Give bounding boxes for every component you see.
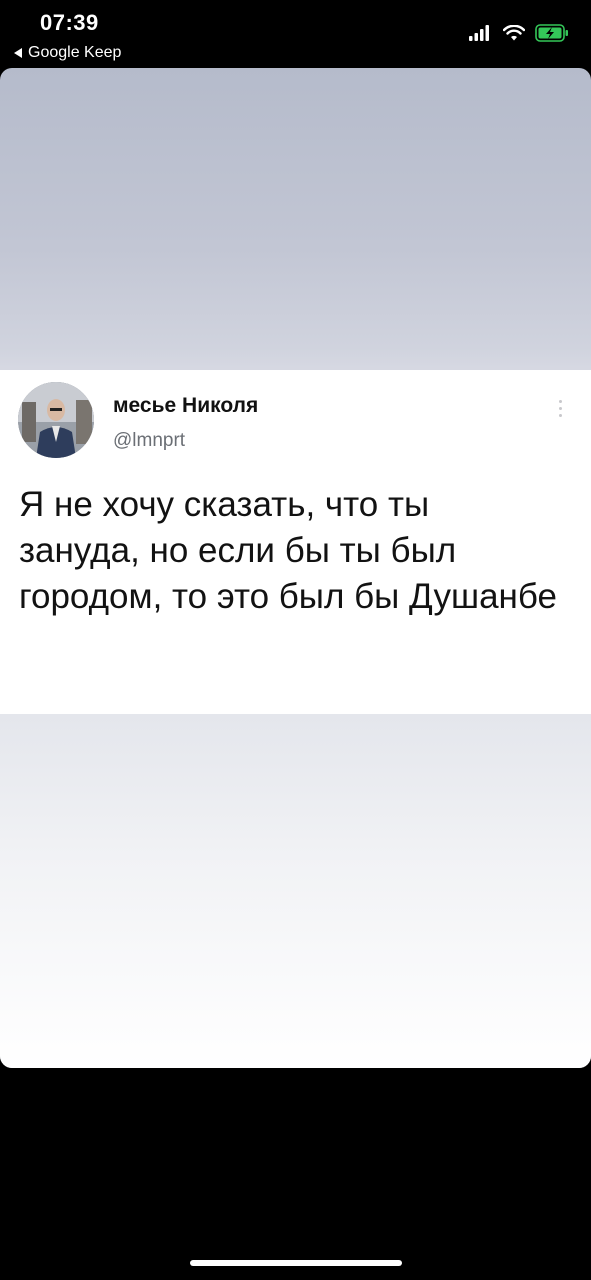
avatar-photo [18,382,94,458]
phone-screen: 07:39 Google Keep месье Николя @lmnprt Я… [0,0,591,1280]
back-app-label: Google Keep [28,44,122,61]
status-icons [469,24,569,42]
home-indicator[interactable] [190,1260,402,1266]
shared-image-card: месье Николя @lmnprt Я не хочу сказать, … [0,68,591,1068]
battery-charging-icon [535,24,568,42]
author-name[interactable]: месье Николя [113,394,258,418]
avatar[interactable] [18,382,94,458]
author-handle[interactable]: @lmnprt [113,430,185,452]
cellular-signal-icon [469,25,489,41]
status-time: 07:39 [40,10,99,35]
tweet-card[interactable]: месье Николя @lmnprt Я не хочу сказать, … [0,370,591,714]
more-options-icon[interactable] [559,400,563,417]
wifi-icon [503,25,525,41]
tweet-text: Я не хочу сказать, что ты зануда, но есл… [19,485,558,616]
card-background-bottom [0,714,591,1068]
back-arrow-icon [14,48,22,58]
back-to-app-button[interactable]: Google Keep [14,44,121,62]
